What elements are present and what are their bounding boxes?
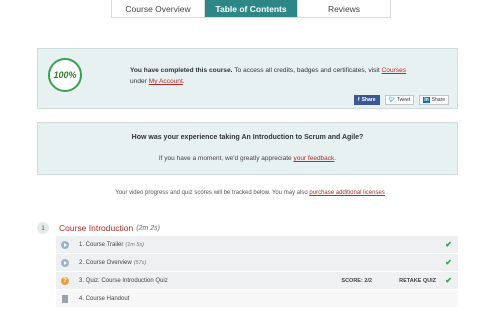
feedback-message: If you have a moment, we'd greatly appre… — [38, 155, 457, 162]
lesson-course-trailer[interactable]: 1. Course Trailer (1m 5s) ✔ — [56, 236, 458, 254]
courses-link[interactable]: Courses — [382, 67, 407, 74]
completion-headline: You have completed this course. — [130, 67, 233, 74]
completion-message: You have completed this course. To acces… — [130, 65, 450, 87]
play-circle-icon — [61, 258, 69, 267]
play-circle-icon — [61, 240, 69, 249]
completion-panel: 100% You have completed this course. To … — [37, 48, 458, 109]
lesson-course-handout[interactable]: 4. Course Handout — [56, 290, 458, 308]
tab-reviews[interactable]: Reviews — [298, 0, 390, 17]
my-account-link[interactable]: My Account — [149, 78, 183, 85]
feedback-panel: How was your experience taking An Introd… — [37, 122, 458, 175]
retake-quiz-button[interactable]: RETAKE QUIZ — [399, 278, 436, 284]
completion-badge: 100% — [48, 58, 82, 92]
lesson-duration: (57s) — [133, 259, 147, 266]
completion-text-1: To access all credits, badges and certif… — [232, 67, 382, 74]
check-icon: ✔ — [445, 258, 452, 267]
share-buttons: f Share 🐦︎ Tweet in Share — [353, 95, 449, 105]
section-duration: (2m 2s) — [136, 224, 160, 232]
facebook-icon: f — [357, 97, 360, 103]
lesson-course-overview[interactable]: 2. Course Overview (57s) ✔ — [56, 254, 458, 272]
feedback-text: If you have a moment, we'd greatly appre… — [158, 155, 294, 162]
section-title: Course Introduction — [59, 223, 134, 233]
feedback-end: . — [334, 155, 337, 162]
lesson-label: 1. Course Trailer — [79, 241, 124, 248]
purchase-licenses-link[interactable]: purchase additional licenses — [309, 190, 384, 196]
question-circle-icon: ? — [61, 276, 69, 285]
linkedin-share-label: Share — [431, 97, 445, 103]
document-icon — [62, 294, 68, 303]
linkedin-share-button[interactable]: in Share — [419, 95, 449, 105]
progress-note-text: Your video progress and quiz scores will… — [115, 190, 310, 196]
completion-text-2: under — [130, 78, 149, 85]
facebook-share-label: Share — [361, 97, 376, 103]
twitter-icon: 🐦︎ — [388, 97, 395, 103]
section-header[interactable]: 1 Course Introduction (2m 2s) — [37, 221, 160, 235]
lesson-label: 4. Course Handout — [79, 295, 130, 302]
progress-note: Your video progress and quiz scores will… — [0, 190, 500, 196]
linkedin-icon: in — [423, 97, 430, 103]
feedback-question: How was your experience taking An Introd… — [131, 134, 364, 141]
check-icon: ✔ — [445, 276, 452, 285]
course-tabs: Course Overview Table of Contents Review… — [111, 0, 391, 18]
section-number: 1 — [37, 222, 49, 234]
tab-table-of-contents[interactable]: Table of Contents — [205, 0, 298, 17]
tab-course-overview[interactable]: Course Overview — [112, 0, 205, 17]
quiz-score: SCORE: 2/2 — [341, 277, 372, 284]
lesson-duration: (1m 5s) — [125, 241, 144, 248]
twitter-tweet-button[interactable]: 🐦︎ Tweet — [384, 95, 415, 105]
lesson-label: 2. Course Overview — [79, 259, 132, 266]
lesson-list: 1. Course Trailer (1m 5s) ✔ 2. Course Ov… — [56, 236, 458, 308]
twitter-tweet-label: Tweet — [396, 97, 411, 103]
check-icon: ✔ — [445, 240, 452, 249]
facebook-share-button[interactable]: f Share — [353, 95, 380, 105]
completion-text-3: . — [182, 78, 185, 85]
lesson-label: 3. Quiz: Course Introduction Quiz — [79, 277, 168, 284]
lesson-quiz[interactable]: ? 3. Quiz: Course Introduction Quiz SCOR… — [56, 272, 458, 290]
feedback-link[interactable]: your feedback — [293, 155, 334, 162]
